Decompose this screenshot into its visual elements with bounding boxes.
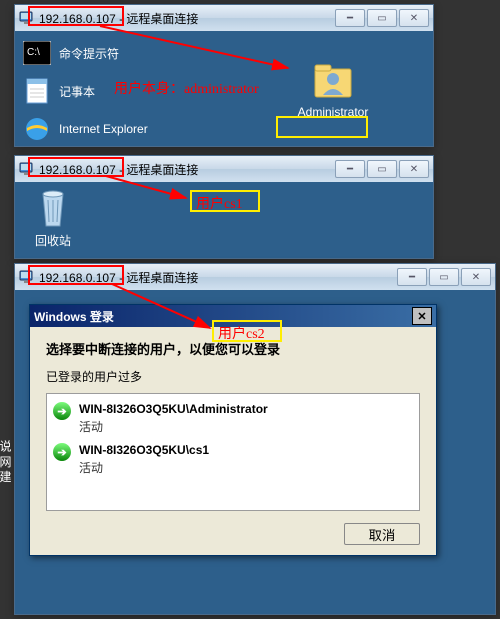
- session-arrow-icon: ➔: [53, 443, 71, 461]
- ie-icon: [21, 113, 53, 145]
- session-item[interactable]: ➔ WIN-8I326O3Q5KU\cs1 活动: [51, 439, 415, 480]
- notepad-label: 记事本: [59, 83, 95, 100]
- notepad-icon: [21, 75, 53, 107]
- title-suffix-2: - 远程桌面连接: [116, 163, 199, 177]
- minimize-button[interactable]: ━: [335, 9, 365, 27]
- title-ip-1: 192.168.0.107: [39, 12, 116, 26]
- cmd-label: 命令提示符: [59, 45, 119, 62]
- dialog-instruction: 选择要中断连接的用户，以便您可以登录: [46, 339, 420, 358]
- cmd-icon: C:\: [21, 37, 53, 69]
- title-ip-2: 192.168.0.107: [39, 163, 116, 177]
- desktop-icon-recycle[interactable]: 回收站: [23, 186, 83, 249]
- close-button[interactable]: ✕: [461, 268, 491, 286]
- dialog-titlebar[interactable]: Windows 登录 ✕: [30, 305, 436, 327]
- remote-desktop-3[interactable]: Windows 登录 ✕ 选择要中断连接的用户，以便您可以登录 已登录的用户过多…: [15, 290, 495, 614]
- rdp-window-2: 192.168.0.107 - 远程桌面连接 ━ ▭ ✕ 回收站: [14, 155, 434, 259]
- session-arrow-icon: ➔: [53, 402, 71, 420]
- session-status: 活动: [79, 418, 268, 435]
- titlebar-2[interactable]: 192.168.0.107 - 远程桌面连接 ━ ▭ ✕: [15, 156, 433, 182]
- user-folder-icon: [309, 55, 357, 103]
- dialog-subtext: 已登录的用户过多: [46, 368, 420, 385]
- host-desktop-fragment: 说 网 建: [0, 440, 14, 483]
- window-controls-2: ━ ▭ ✕: [333, 160, 429, 178]
- maximize-button[interactable]: ▭: [429, 268, 459, 286]
- close-button[interactable]: ✕: [399, 160, 429, 178]
- title-suffix-3: - 远程桌面连接: [116, 271, 199, 285]
- window-controls-3: ━ ▭ ✕: [395, 268, 491, 286]
- remote-desktop-2[interactable]: 回收站: [15, 182, 433, 258]
- title-ip-3: 192.168.0.107: [39, 271, 116, 285]
- title-suffix-1: - 远程桌面连接: [116, 12, 199, 26]
- session-status: 活动: [79, 459, 209, 476]
- cancel-button[interactable]: 取消: [344, 523, 420, 545]
- desktop-icon-cmd[interactable]: C:\ 命令提示符: [21, 37, 119, 69]
- rdp-window-1: 192.168.0.107 - 远程桌面连接 ━ ▭ ✕ C:\ 命令提示符 记…: [14, 4, 434, 147]
- dialog-title-text: Windows 登录: [34, 308, 114, 325]
- rdp-icon: [19, 10, 35, 26]
- session-name: WIN-8I326O3Q5KU\Administrator: [79, 402, 268, 416]
- recycle-bin-icon: [33, 186, 73, 230]
- rdp-icon: [19, 161, 35, 177]
- desktop-icon-ie[interactable]: Internet Explorer: [21, 113, 148, 145]
- ie-label: Internet Explorer: [59, 122, 148, 136]
- rdp-icon: [19, 269, 35, 285]
- maximize-button[interactable]: ▭: [367, 9, 397, 27]
- session-name: WIN-8I326O3Q5KU\cs1: [79, 443, 209, 457]
- rdp-window-3: 192.168.0.107 - 远程桌面连接 ━ ▭ ✕ Windows 登录 …: [14, 263, 496, 615]
- session-item[interactable]: ➔ WIN-8I326O3Q5KU\Administrator 活动: [51, 398, 415, 439]
- remote-desktop-1[interactable]: C:\ 命令提示符 记事本 Internet Explorer Administ…: [15, 31, 433, 146]
- minimize-button[interactable]: ━: [397, 268, 427, 286]
- session-list[interactable]: ➔ WIN-8I326O3Q5KU\Administrator 活动 ➔ WIN…: [46, 393, 420, 511]
- dialog-close-button[interactable]: ✕: [412, 307, 432, 325]
- close-button[interactable]: ✕: [399, 9, 429, 27]
- dialog-body: 选择要中断连接的用户，以便您可以登录 已登录的用户过多 ➔ WIN-8I326O…: [30, 327, 436, 555]
- window-controls-1: ━ ▭ ✕: [333, 9, 429, 27]
- user-label: Administrator: [298, 105, 369, 119]
- maximize-button[interactable]: ▭: [367, 160, 397, 178]
- titlebar-3[interactable]: 192.168.0.107 - 远程桌面连接 ━ ▭ ✕: [15, 264, 495, 290]
- desktop-icon-notepad[interactable]: 记事本: [21, 75, 95, 107]
- desktop-icon-user[interactable]: Administrator: [293, 55, 373, 119]
- recycle-label: 回收站: [35, 232, 71, 249]
- logon-dialog: Windows 登录 ✕ 选择要中断连接的用户，以便您可以登录 已登录的用户过多…: [29, 304, 437, 556]
- svg-text:C:\: C:\: [27, 47, 40, 58]
- titlebar-1[interactable]: 192.168.0.107 - 远程桌面连接 ━ ▭ ✕: [15, 5, 433, 31]
- minimize-button[interactable]: ━: [335, 160, 365, 178]
